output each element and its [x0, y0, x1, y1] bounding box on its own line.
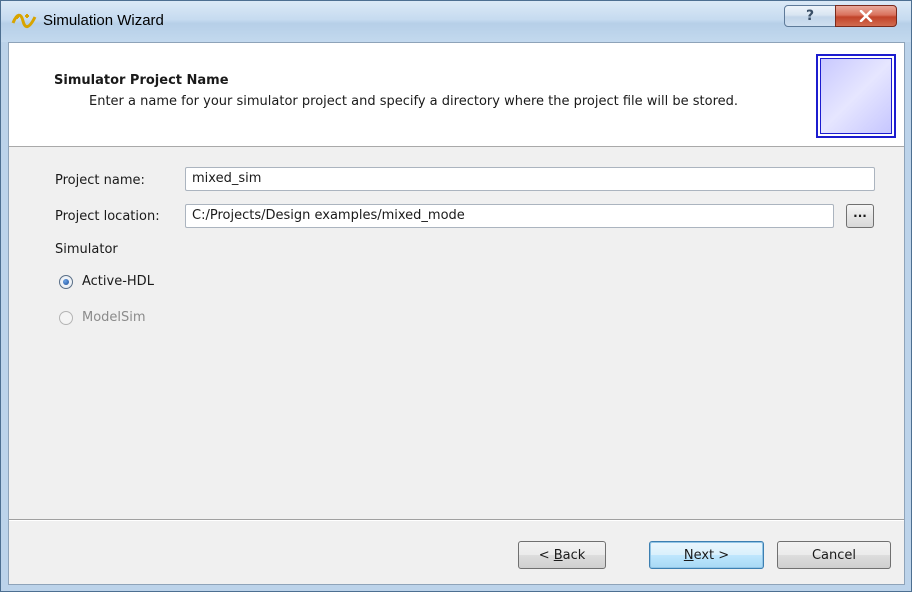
wizard-header-image: [816, 54, 896, 138]
window-title: Simulation Wizard: [43, 12, 164, 29]
browse-button[interactable]: ...: [846, 204, 874, 228]
close-icon: [859, 10, 873, 22]
radio-active-hdl-label: Active-HDL: [82, 274, 154, 289]
help-icon: ?: [805, 8, 815, 24]
help-button[interactable]: ?: [784, 5, 836, 27]
radio-active-hdl[interactable]: Active-HDL: [59, 274, 154, 289]
back-button-rest: ack: [562, 547, 586, 563]
project-location-label: Project location:: [55, 209, 160, 224]
next-button[interactable]: Next >: [649, 541, 764, 569]
footer-divider: [9, 519, 904, 521]
wizard-header-image-fill: [820, 58, 892, 134]
close-button[interactable]: [835, 5, 897, 27]
wizard-client-area: Simulator Project Name Enter a name for …: [8, 42, 905, 585]
next-button-mnemonic: N: [683, 547, 694, 563]
radio-modelsim-label: ModelSim: [82, 310, 146, 325]
back-button-prefix: <: [538, 547, 554, 563]
page-subtitle: Enter a name for your simulator project …: [89, 94, 739, 109]
radio-button-checked-icon[interactable]: [59, 274, 73, 289]
wizard-app-icon: [11, 13, 37, 28]
simulation-wizard-window: Simulation Wizard ? Simulator Project Na…: [0, 0, 912, 592]
cancel-button[interactable]: Cancel: [777, 541, 891, 569]
simulator-group-label: Simulator: [55, 242, 118, 257]
page-title: Simulator Project Name: [54, 73, 229, 88]
project-location-field[interactable]: C:/Projects/Design examples/mixed_mode: [185, 204, 834, 228]
project-name-field[interactable]: mixed_sim: [185, 167, 875, 191]
title-bar[interactable]: Simulation Wizard ?: [1, 1, 911, 42]
next-button-rest: ext >: [693, 547, 730, 563]
back-button-mnemonic: B: [553, 547, 563, 563]
radio-button-disabled-icon: [59, 310, 73, 325]
project-name-label: Project name:: [55, 173, 145, 188]
back-button[interactable]: < Back: [518, 541, 606, 569]
radio-modelsim: ModelSim: [59, 310, 146, 325]
wizard-header: Simulator Project Name Enter a name for …: [9, 43, 904, 147]
